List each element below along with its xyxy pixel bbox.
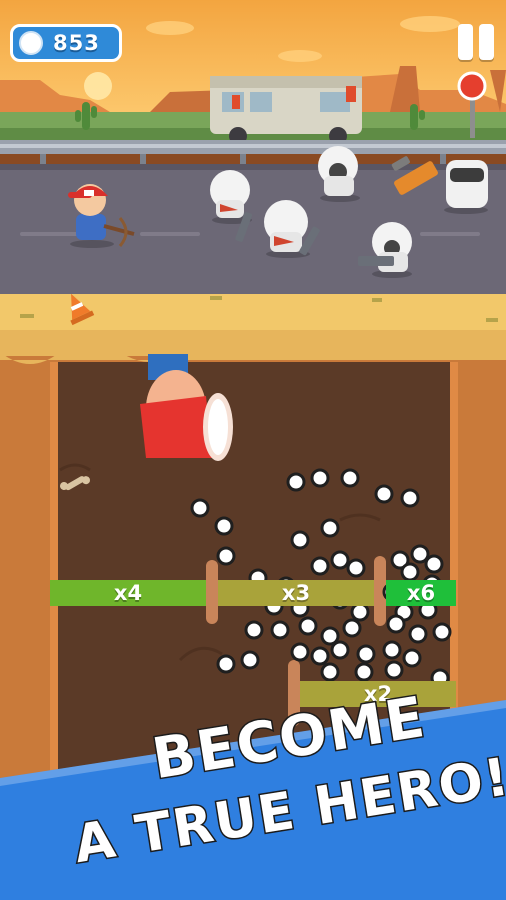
multiplier-x4: x4 [50, 580, 206, 606]
game-scene: 853 x4 x3 x6 x2 BECOME A TRUE HERO! [0, 0, 506, 900]
multiplier-x3: x3 [218, 580, 374, 606]
pause-icon-bar [479, 24, 494, 60]
coin-icon [19, 31, 43, 55]
coin-counter: 853 [10, 24, 122, 62]
pause-icon [458, 24, 473, 60]
pause-button[interactable] [458, 24, 496, 62]
coin-count: 853 [53, 31, 100, 55]
multiplier-x6: x6 [386, 580, 456, 606]
